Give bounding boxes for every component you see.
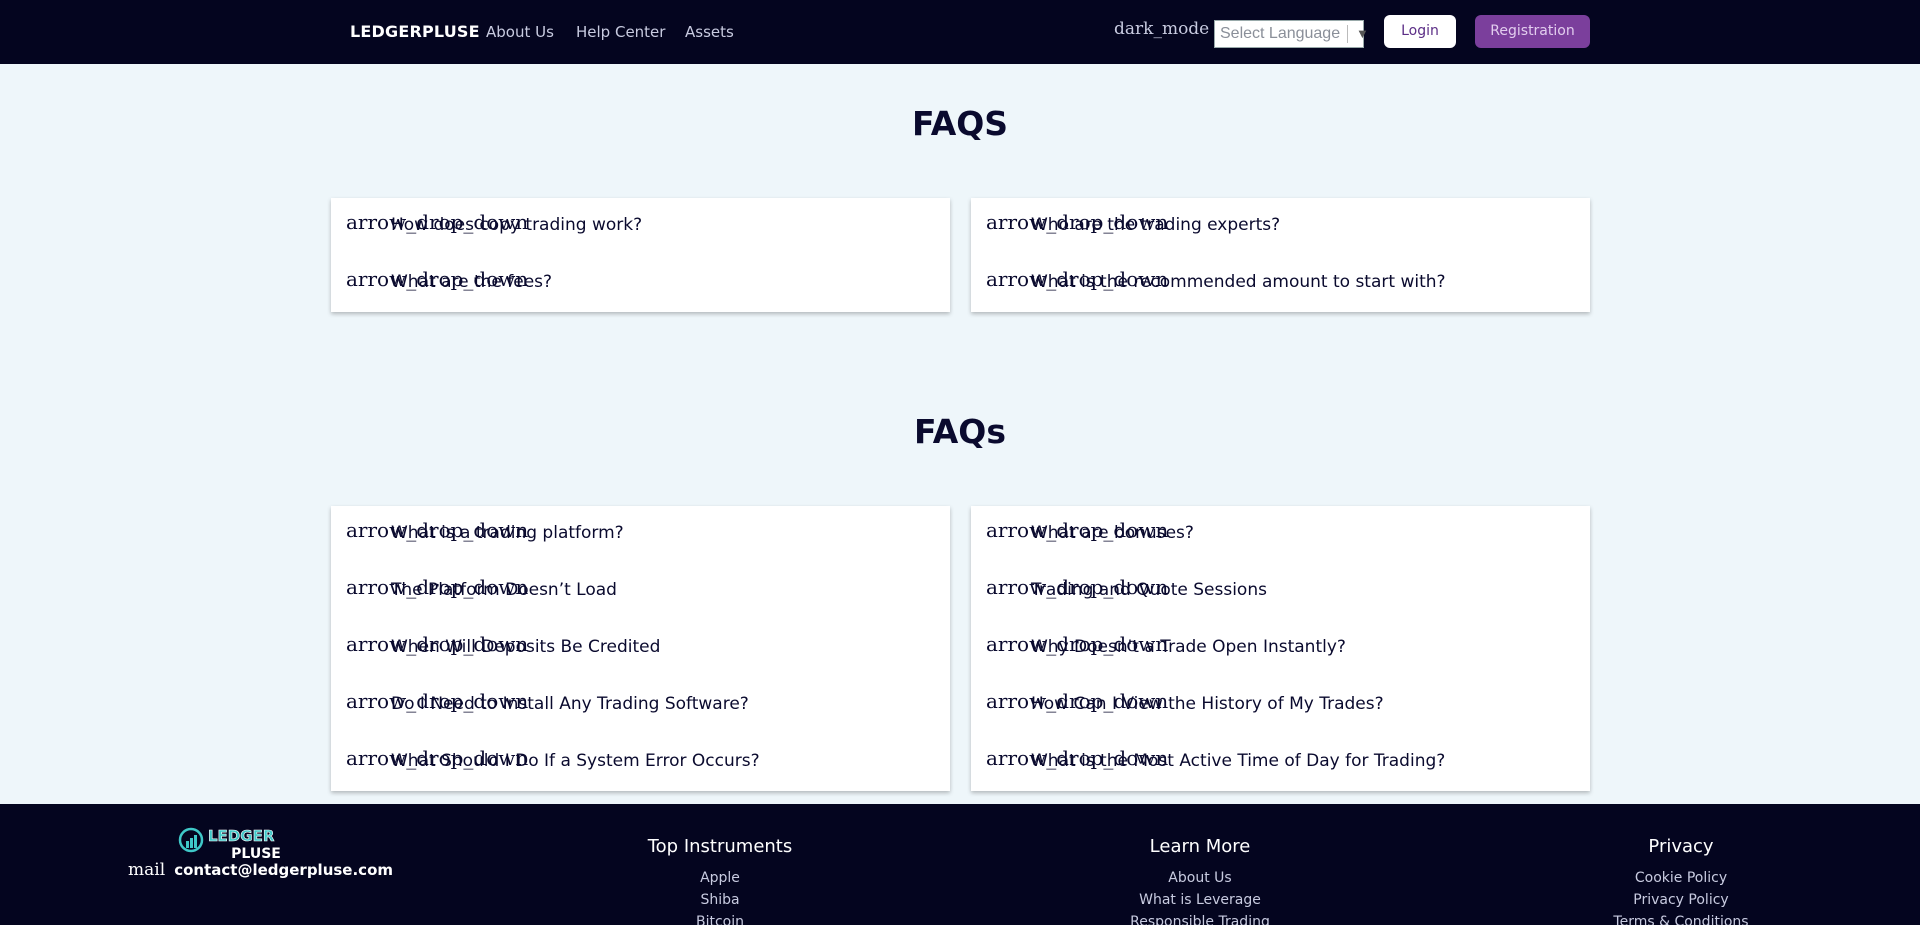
faq-question: How does copy trading work?: [391, 215, 643, 235]
footer-column-title: Top Instruments: [647, 836, 793, 857]
footer-column-top-instruments: Top Instruments Apple Shiba Bitcoin: [600, 836, 840, 925]
faq-question: What are the fees?: [391, 272, 553, 292]
faq-card-right: arrow_drop_down Who are the trading expe…: [971, 198, 1590, 312]
ledgerpluse-logo[interactable]: LEDGER PLUSE: [178, 826, 302, 860]
registration-button[interactable]: Registration: [1475, 15, 1590, 48]
faq-question: What are bonuses?: [1031, 523, 1194, 543]
mail-icon: mail: [128, 860, 166, 880]
footer-email[interactable]: contact@ledgerpluse.com: [174, 861, 393, 879]
faq-question: What Should I Do If a System Error Occur…: [391, 751, 760, 771]
nav-link-assets[interactable]: Assets: [685, 23, 734, 41]
faq-question: The Platform Doesn’t Load: [391, 580, 617, 600]
faq-item[interactable]: arrow_drop_down Trading and Quote Sessio…: [971, 563, 1590, 620]
language-select[interactable]: Select Language ▼: [1214, 20, 1369, 48]
faq-item[interactable]: arrow_drop_down What is the recommended …: [971, 255, 1590, 312]
footer-link-privacy-policy[interactable]: Privacy Policy: [1561, 889, 1801, 911]
language-select-value: Select Language: [1220, 25, 1341, 43]
faqs-section-title: FAQS: [911, 104, 1009, 143]
faq-item[interactable]: arrow_drop_down What is the Most Active …: [971, 734, 1590, 791]
faq-item[interactable]: arrow_drop_down How Can I View the Histo…: [971, 677, 1590, 734]
footer-link-cookie-policy[interactable]: Cookie Policy: [1561, 867, 1801, 889]
footer-link-about-us[interactable]: About Us: [1080, 867, 1320, 889]
footer-contact: mail contact@ledgerpluse.com: [128, 860, 393, 880]
footer-column-learn-more: Learn More About Us What is Leverage Res…: [1080, 836, 1320, 925]
language-select-divider: [1346, 25, 1348, 43]
footer-link-bitcoin[interactable]: Bitcoin: [600, 911, 840, 925]
logo-bar: [190, 838, 193, 848]
logo-bar: [186, 841, 189, 848]
login-button[interactable]: Login: [1384, 15, 1456, 48]
site-footer: LEDGER PLUSE mail contact@ledgerpluse.co…: [0, 804, 1920, 925]
footer-column-title: Learn More: [1149, 836, 1251, 857]
faq-question: How Can I View the History of My Trades?: [1031, 694, 1384, 714]
logo-bar: [194, 835, 197, 848]
faq-item[interactable]: arrow_drop_down What is a trading platfo…: [331, 506, 950, 563]
faq-item[interactable]: arrow_drop_down What are the fees?: [331, 255, 950, 312]
faq-item[interactable]: arrow_drop_down Who are the trading expe…: [971, 198, 1590, 255]
nav-link-about-us[interactable]: About Us: [486, 23, 554, 41]
faq-card-left: arrow_drop_down How does copy trading wo…: [331, 198, 950, 312]
faq-question: What is the Most Active Time of Day for …: [1031, 751, 1446, 771]
footer-link-what-is-leverage[interactable]: What is Leverage: [1080, 889, 1320, 911]
faq-item[interactable]: arrow_drop_down Why Doesn't a Trade Open…: [971, 620, 1590, 677]
faq-question: When Will Deposits Be Credited: [391, 637, 661, 657]
chevron-down-icon: ▼: [1356, 26, 1369, 42]
faq-item[interactable]: arrow_drop_down What Should I Do If a Sy…: [331, 734, 950, 791]
top-navbar: LEDGERPLUSE About Us Help Center Assets …: [0, 0, 1920, 64]
faq-card-right-2: arrow_drop_down What are bonuses? arrow_…: [971, 506, 1590, 791]
faq-card-left-2: arrow_drop_down What is a trading platfo…: [331, 506, 950, 791]
logo-text-bottom: PLUSE: [231, 846, 281, 860]
footer-link-shiba[interactable]: Shiba: [600, 889, 840, 911]
faq-item[interactable]: arrow_drop_down How does copy trading wo…: [331, 198, 950, 255]
dark-mode-icon[interactable]: dark_mode: [1114, 19, 1209, 39]
footer-link-apple[interactable]: Apple: [600, 867, 840, 889]
faq-item[interactable]: arrow_drop_down What are bonuses?: [971, 506, 1590, 563]
faq-question: Why Doesn't a Trade Open Instantly?: [1031, 637, 1346, 657]
logo-text-top: LEDGER: [208, 827, 275, 845]
faq-item[interactable]: arrow_drop_down Do I Need to Install Any…: [331, 677, 950, 734]
faq-item[interactable]: arrow_drop_down When Will Deposits Be Cr…: [331, 620, 950, 677]
footer-link-responsible-trading[interactable]: Responsible Trading: [1080, 911, 1320, 925]
brand-name[interactable]: LEDGERPLUSE: [350, 22, 480, 41]
faq-question: What is the recommended amount to start …: [1031, 272, 1446, 292]
faq-question: Do I Need to Install Any Trading Softwar…: [391, 694, 749, 714]
faqs-section-title-2: FAQs: [914, 412, 1006, 451]
footer-column-privacy: Privacy Cookie Policy Privacy Policy Ter…: [1561, 836, 1801, 925]
faq-question: What is a trading platform?: [391, 523, 624, 543]
footer-link-terms-conditions[interactable]: Terms & Conditions: [1561, 911, 1801, 925]
nav-link-help-center[interactable]: Help Center: [576, 23, 665, 41]
footer-column-title: Privacy: [1648, 836, 1714, 857]
faq-item[interactable]: arrow_drop_down The Platform Doesn’t Loa…: [331, 563, 950, 620]
faq-question: Who are the trading experts?: [1031, 215, 1281, 235]
faq-question: Trading and Quote Sessions: [1031, 580, 1267, 600]
